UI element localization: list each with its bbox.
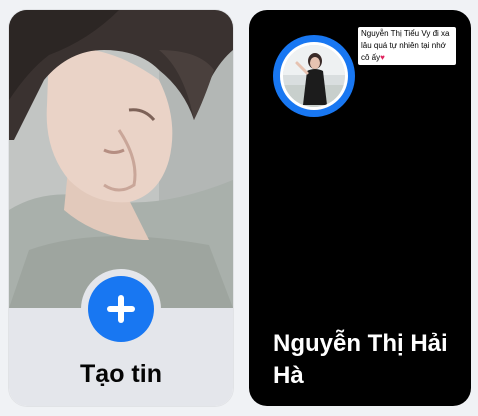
friend-story-card[interactable]: Nguyễn Thị Tiểu Vy đi xa lâu quá tự nhiê… <box>249 10 471 406</box>
story-author-name: Nguyễn Thị Hải Hà <box>273 330 448 389</box>
add-story-button[interactable] <box>88 276 154 342</box>
create-story-label: Tạo tin <box>80 360 162 388</box>
stories-row: Tạo tin Nguyễn Thị Tiểu Vy đi xa lâu quá… <box>0 0 478 416</box>
create-story-card[interactable]: Tạo tin <box>9 10 233 406</box>
story-caption: Nguyễn Thị Tiểu Vy đi xa lâu quá tự nhiê… <box>358 27 456 65</box>
plus-ring <box>81 269 161 349</box>
story-avatar-ring <box>273 35 355 117</box>
plus-icon <box>107 295 135 323</box>
heart-icon: ♥ <box>380 53 385 62</box>
story-caption-text: Nguyễn Thị Tiểu Vy đi xa lâu quá tự nhiê… <box>361 29 450 62</box>
profile-photo <box>9 10 233 308</box>
avatar <box>283 45 345 107</box>
